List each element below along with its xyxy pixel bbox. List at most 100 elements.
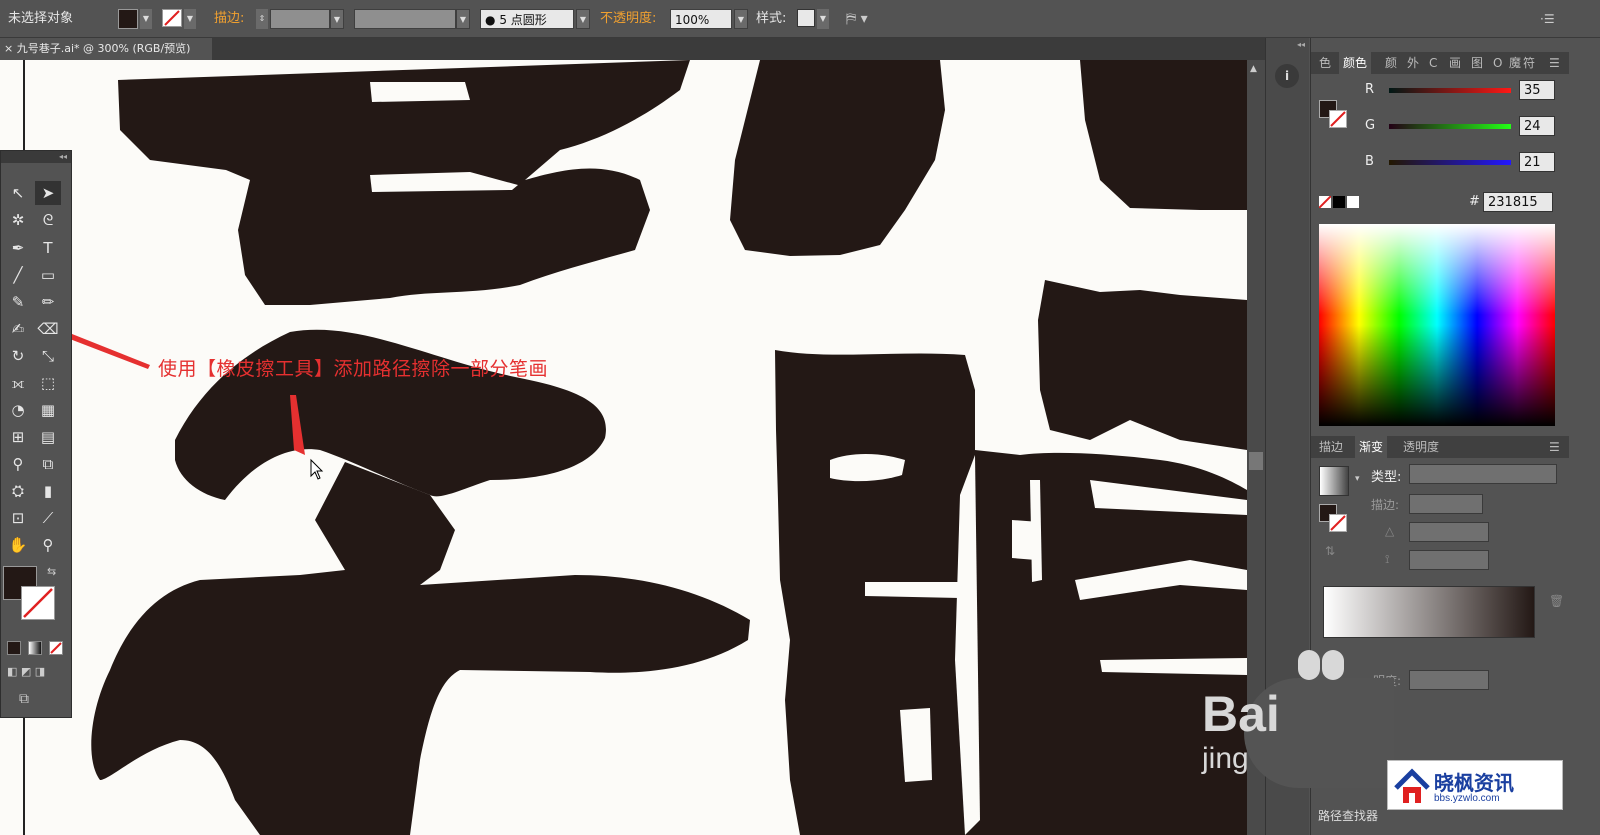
direct-selection-tool-icon[interactable]: ➤ [35,181,61,205]
color-spectrum[interactable] [1319,224,1555,426]
gradient-angle-field[interactable] [1409,522,1489,542]
eraser-tool-icon[interactable]: ⌫ [35,317,61,341]
symbol-sprayer-tool-icon[interactable]: ⛭ [5,479,31,503]
rotate-tool-icon[interactable]: ↻ [5,344,31,368]
color-mode-icon[interactable] [7,641,21,655]
stroke-weight-dropdown[interactable]: ▼ [330,9,344,29]
pen-tool-icon[interactable]: ✒ [5,236,31,260]
perspective-grid-tool-icon[interactable]: ▦ [35,398,61,422]
stroke-color-swatch[interactable] [21,586,55,620]
gradient-aspect-field[interactable] [1409,550,1489,570]
pathfinder-panel-label[interactable]: 路径查找器 [1318,807,1378,824]
info-icon[interactable]: i [1275,64,1299,88]
scrollbar-thumb[interactable] [1249,452,1263,470]
gradient-opacity-field[interactable] [1409,670,1489,690]
brush-definition-field[interactable]: ● 5 点圆形 [480,9,574,29]
tab-symbols[interactable]: 符 [1523,52,1535,74]
tab-magic[interactable]: 魔 [1509,52,1521,74]
hex-value-field[interactable]: 231815 [1483,192,1553,212]
blob-brush-tool-icon[interactable]: ✍ [5,317,31,341]
selection-tool-icon[interactable]: ↖ [5,181,31,205]
scroll-up-icon[interactable]: ▲ [1250,64,1257,74]
line-tool-icon[interactable]: ╱ [5,263,31,287]
tab-gradient[interactable]: 渐变 [1355,436,1388,458]
gradient-slider[interactable] [1323,586,1535,638]
panel-menu-icon[interactable]: ☰ [1549,52,1560,74]
swap-colors-icon[interactable]: ⇆ [47,565,56,578]
screen-mode-icon[interactable]: ⧉ [19,691,29,707]
tab-stroke[interactable]: 描边 [1319,436,1343,458]
tab-appearance[interactable]: 外 [1407,52,1419,74]
slice-tool-icon[interactable]: ⟋ [35,506,61,530]
panel-menu-icon[interactable]: ·☰ [1540,9,1555,29]
stroke-weight-field[interactable] [270,9,330,29]
eyedropper-tool-icon[interactable]: ⚲ [5,452,31,476]
blue-slider[interactable] [1389,160,1511,165]
brush-dropdown[interactable]: ▼ [576,9,590,29]
white-color-icon[interactable] [1347,196,1359,208]
gradient-mode-icon[interactable] [28,641,42,655]
profile-dropdown[interactable]: ▼ [456,9,470,29]
paintbrush-tool-icon[interactable]: ✎ [5,290,31,314]
green-slider[interactable] [1389,124,1511,129]
artboard-tool-icon[interactable]: ⊡ [5,506,31,530]
color-panel-stroke-swatch[interactable] [1329,110,1347,128]
magic-wand-tool-icon[interactable]: ✲ [5,208,31,232]
gradient-stroke-swatch[interactable] [1329,514,1347,532]
blue-value-field[interactable]: 21 [1519,152,1555,172]
red-slider[interactable] [1389,88,1511,93]
document-setup-icon[interactable]: ⛿ ▾ [846,9,868,29]
rectangle-tool-icon[interactable]: ▭ [35,263,61,287]
red-value-field[interactable]: 35 [1519,80,1555,100]
zoom-tool-icon[interactable]: ⚲ [35,533,61,557]
gradient-stroke-options[interactable] [1409,494,1483,514]
gradient-tool-icon[interactable]: ▤ [35,425,61,449]
tab-brushes[interactable]: 画 [1449,52,1461,74]
style-dropdown[interactable]: ▼ [817,9,829,29]
hand-tool-icon[interactable]: ✋ [5,533,31,557]
type-tool-icon[interactable]: T [35,236,61,260]
stroke-dropdown[interactable]: ▼ [184,9,196,29]
delete-stop-icon[interactable]: 🗑 [1549,594,1564,608]
drawing-mode-icon[interactable]: ◧ ◩ ◨ [7,665,45,678]
tab-other[interactable]: O [1493,52,1502,74]
free-transform-tool-icon[interactable]: ⬚ [35,371,61,395]
black-color-icon[interactable] [1333,196,1345,208]
collapse-icon[interactable]: ◂◂ [1297,40,1305,49]
document-tab[interactable]: × 九号巷子.ai* @ 300% (RGB/预览) [0,38,212,60]
fill-swatch[interactable] [118,9,138,29]
width-tool-icon[interactable]: ⟗ [5,371,31,395]
gradient-thumbnail-dropdown[interactable]: ▾ [1355,474,1360,484]
close-tab-icon[interactable]: × [4,42,13,55]
pencil-tool-icon[interactable]: ✏ [35,290,61,314]
tab-transparency[interactable]: 透明度 [1403,436,1439,458]
stroke-weight-label[interactable]: 描边: [214,9,244,29]
tab-layers[interactable]: 图 [1471,52,1483,74]
green-value-field[interactable]: 24 [1519,116,1555,136]
opacity-label[interactable]: 不透明度: [600,9,656,29]
gradient-thumbnail[interactable] [1319,466,1349,496]
tools-panel-header[interactable]: ◂◂ [1,151,71,163]
tab-color-guide[interactable]: 色 [1319,52,1331,74]
style-swatch[interactable] [797,9,815,27]
column-graph-tool-icon[interactable]: ▮ [35,479,61,503]
reverse-gradient-icon[interactable]: ⇅ [1325,544,1335,558]
variable-width-profile[interactable] [354,9,456,29]
artboard-canvas[interactable] [0,60,1247,835]
none-mode-icon[interactable] [49,641,63,655]
mesh-tool-icon[interactable]: ⊞ [5,425,31,449]
tab-color[interactable]: 颜色 [1339,52,1372,74]
stroke-stepper[interactable]: ⇕ [256,9,268,29]
tab-cc-libraries[interactable]: C [1429,52,1437,74]
opacity-field[interactable]: 100% [670,9,732,29]
fill-dropdown[interactable]: ▼ [140,9,152,29]
tab-swatches[interactable]: 颜 [1385,52,1397,74]
panel-menu-icon[interactable]: ☰ [1549,436,1560,458]
shape-builder-tool-icon[interactable]: ◔ [5,398,31,422]
opacity-dropdown[interactable]: ▼ [734,9,748,29]
blend-tool-icon[interactable]: ⧉ [35,452,61,476]
gradient-type-select[interactable] [1409,464,1557,484]
stroke-swatch[interactable] [162,9,182,27]
none-color-icon[interactable] [1318,195,1332,209]
scale-tool-icon[interactable]: ⤡ [35,344,61,368]
